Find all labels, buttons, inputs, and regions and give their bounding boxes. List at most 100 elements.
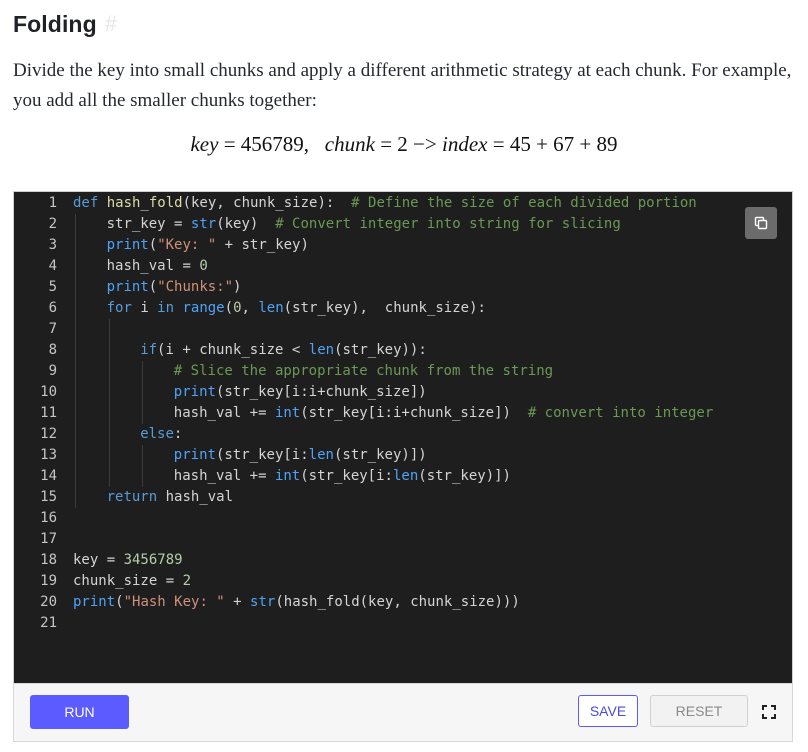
line-number: 4	[48, 258, 57, 274]
code-token: "Key: "	[157, 237, 217, 253]
code-token: hash_val +=	[173, 405, 275, 421]
line-number: 8	[48, 342, 57, 358]
code-token: chunk_size =	[73, 573, 183, 589]
code-editor[interactable]: 1 def hash_fold(key, chunk_size): # Defin…	[13, 191, 793, 684]
code-token: (str_key[i:i+chunk_size])	[215, 384, 427, 400]
fullscreen-button[interactable]	[759, 702, 779, 722]
save-button[interactable]: SAVE	[578, 695, 638, 727]
code-token: 0	[233, 300, 242, 316]
anchor-link[interactable]: #	[105, 11, 117, 37]
line-code: else:	[140, 424, 182, 445]
line-code: def hash_fold(key, chunk_size): # Define…	[73, 193, 697, 214]
code-token: 3456789	[123, 552, 183, 568]
code-token: for	[106, 300, 141, 316]
code-token: # convert into integer	[527, 405, 714, 421]
code-token: # Define the size of each divided portio…	[351, 195, 697, 211]
code-token: "Chunks:"	[157, 279, 234, 295]
line-code: str_key = str(key) # Convert integer int…	[107, 214, 621, 235]
code-token: return	[106, 489, 166, 505]
code-token: range	[182, 300, 225, 316]
formula-separator: ,	[303, 132, 325, 156]
code-token: 2	[182, 573, 192, 589]
formula-chunk-value: 2	[397, 132, 408, 156]
line-code: print("Chunks:")	[107, 277, 242, 298]
line-number: 10	[40, 384, 57, 400]
section-title: Folding	[13, 10, 97, 37]
line-number: 11	[40, 405, 57, 421]
code-token: else	[140, 426, 174, 442]
line-code: if(i + chunk_size < len(str_key)):	[140, 340, 427, 361]
section-heading: Folding #	[13, 8, 117, 40]
run-button[interactable]: RUN	[30, 695, 129, 729]
code-token: len	[308, 342, 335, 358]
indent-guide	[142, 361, 144, 424]
code-token: i	[140, 300, 158, 316]
code-token: (key)	[216, 216, 276, 232]
line-code: hash_val += int(str_key[i:i+chunk_size])…	[174, 403, 713, 424]
code-token: (	[148, 279, 158, 295]
code-token: len	[258, 300, 284, 316]
line-code: print(str_key[i:i+chunk_size])	[174, 382, 427, 403]
formula-index-expr: 45 + 67 + 89	[509, 132, 618, 156]
fullscreen-icon	[762, 705, 776, 719]
code-token: (	[115, 594, 124, 610]
code-token: str	[190, 216, 217, 232]
formula-index-name: index	[441, 132, 488, 156]
line-number: 9	[48, 363, 57, 379]
code-token: in	[157, 300, 183, 316]
code-token: hash_fold	[106, 195, 183, 211]
formula-eq-1: =	[218, 132, 241, 156]
line-number: 20	[40, 594, 57, 610]
code-token: (str_key[i:	[215, 447, 309, 463]
copy-button[interactable]	[745, 207, 777, 239]
line-number: 3	[48, 237, 57, 253]
formula-key-value: 456789	[240, 132, 304, 156]
code-token: hash_val =	[106, 258, 200, 274]
code-token: hash_val +=	[173, 468, 275, 484]
line-code: print(str_key[i:len(str_key)])	[174, 445, 427, 466]
code-token: (str_key), chunk_size):	[283, 300, 486, 316]
code-token: len	[308, 447, 334, 463]
formula-eq-2: =	[374, 132, 398, 156]
code-token: str	[250, 594, 276, 610]
code-token: (str_key[i:	[300, 468, 393, 484]
formula-chunk-name: chunk	[324, 132, 375, 156]
code-token: (key, chunk_size):	[182, 195, 352, 211]
line-number: 6	[48, 300, 57, 316]
code-token: hash_val	[165, 489, 234, 505]
reset-button[interactable]: RESET	[650, 695, 748, 727]
formula-arrow: −>	[407, 132, 442, 156]
code-token: (str_key)])	[418, 468, 511, 484]
line-code: # Slice the appropriate chunk from the s…	[174, 361, 553, 382]
copy-icon	[754, 216, 768, 230]
line-number: 18	[40, 552, 57, 568]
formula-key-name: key	[190, 132, 219, 156]
code-token: + str_key)	[216, 237, 309, 253]
code-token: str_key =	[106, 216, 191, 232]
line-code: for i in range(0, len(str_key), chunk_si…	[107, 298, 486, 319]
code-token: (str_key)):	[334, 342, 427, 358]
code-token: print	[106, 279, 149, 295]
code-token: # Convert integer into string for slicin…	[275, 216, 621, 232]
indent-guide	[108, 319, 110, 487]
line-number: 16	[40, 510, 57, 526]
code-token: 0	[199, 258, 208, 274]
line-number: 14	[40, 468, 57, 484]
formula-eq-3: =	[487, 132, 510, 156]
line-code: key = 3456789	[73, 550, 183, 571]
line-number: 13	[40, 447, 57, 463]
line-code: chunk_size = 2	[73, 571, 191, 592]
code-token: ,	[241, 300, 259, 316]
line-code: hash_val += int(str_key[i:len(str_key)])	[174, 466, 511, 487]
code-token: )	[233, 279, 242, 295]
code-token: int	[274, 468, 301, 484]
code-token: print	[106, 237, 149, 253]
code-token: len	[392, 468, 419, 484]
code-token: if	[140, 342, 158, 358]
code-token: key =	[73, 552, 124, 568]
code-token: (i + chunk_size <	[157, 342, 309, 358]
code-token: +	[224, 594, 251, 610]
code-token: int	[274, 405, 301, 421]
code-token: # Slice the appropriate chunk from the s…	[173, 363, 554, 379]
line-number: 5	[48, 279, 57, 295]
